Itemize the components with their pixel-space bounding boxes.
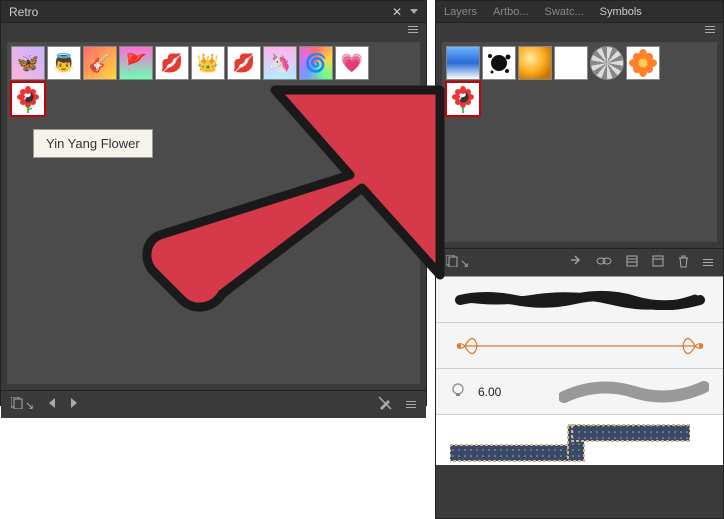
chevron-down-icon[interactable] [410, 9, 418, 14]
break-link-icon[interactable] [596, 256, 612, 269]
retro-library-panel: Retro ✕ 🦋 👼 🎸 🚩 💋 👑 💋 🦄 🌀 💗 [0, 0, 427, 406]
symbol-thumb-guitar[interactable]: 🎸 [83, 46, 117, 80]
library-menu-icon[interactable]: ↘ [11, 397, 34, 412]
symbol-thumb-tiara[interactable]: 👑 [191, 46, 225, 80]
symbol-thumb-unicorn[interactable]: 🦄 [263, 46, 297, 80]
symbols-panel: Layers Artbo... Swatc... Symbols [435, 0, 724, 519]
symbol-thumb-butterfly[interactable]: 🦋 [11, 46, 45, 80]
close-icon[interactable]: ✕ [392, 5, 402, 19]
new-symbol-icon[interactable] [652, 255, 664, 270]
stroke-weight-value: 6.00 [478, 385, 501, 399]
tab-bar: Layers Artbo... Swatc... Symbols [436, 1, 723, 23]
brush-row-calligraphy[interactable] [436, 323, 723, 369]
symbol-thumb-yin-yang-flower[interactable] [11, 82, 45, 116]
symbol-thumb-yin-yang-flower-doc[interactable] [446, 82, 480, 116]
next-icon[interactable] [70, 398, 78, 411]
panel-header: Retro ✕ [1, 1, 426, 23]
symbol-thumb-lips-red[interactable]: 💋 [227, 46, 261, 80]
brush-row-pattern[interactable] [436, 415, 723, 465]
symbols-grid [442, 42, 717, 242]
symbol-thumb-sphere[interactable] [518, 46, 552, 80]
symbol-library-grid: 🦋 👼 🎸 🚩 💋 👑 💋 🦄 🌀 💗 [7, 42, 420, 384]
tab-artboards[interactable]: Artbo... [493, 6, 528, 18]
symbol-thumb-heart-wings[interactable]: 💗 [335, 46, 369, 80]
symbol-thumb-ink[interactable] [482, 46, 516, 80]
trash-icon[interactable] [678, 255, 689, 271]
symbol-thumb-pennant[interactable]: 🚩 [119, 46, 153, 80]
symbol-tooltip: Yin Yang Flower [33, 129, 153, 158]
library-menu-icon[interactable]: ↘ [446, 255, 469, 270]
prev-icon[interactable] [48, 398, 56, 411]
symbol-thumb-gradient[interactable] [446, 46, 480, 80]
tab-swatches[interactable]: Swatc... [545, 6, 584, 18]
footer-menu-icon[interactable] [406, 401, 416, 408]
place-symbol-icon[interactable] [570, 255, 582, 270]
panel-title: Retro [9, 5, 38, 19]
symbol-thumb-angel[interactable]: 👼 [47, 46, 81, 80]
symbol-thumb-chain[interactable] [590, 46, 624, 80]
symbol-thumb-spiral[interactable]: 🌀 [299, 46, 333, 80]
symbol-options-icon[interactable] [626, 255, 638, 270]
brush-row-basic[interactable]: 6.00 [436, 369, 723, 415]
tab-symbols[interactable]: Symbols [600, 6, 642, 18]
symbol-thumb-lips-pink[interactable]: 💋 [155, 46, 189, 80]
panel-footer: ↘ [1, 390, 426, 418]
panel-menu-icon[interactable] [705, 26, 715, 33]
brushes-panel: 6.00 [436, 276, 723, 465]
footer-menu-icon[interactable] [703, 259, 713, 266]
symbols-footer: ↘ [436, 248, 723, 276]
bulb-icon [450, 382, 466, 401]
tab-layers[interactable]: Layers [444, 6, 477, 18]
no-edit-icon[interactable] [378, 396, 392, 413]
brush-row-charcoal[interactable] [436, 277, 723, 323]
symbol-thumb-flower[interactable] [626, 46, 660, 80]
symbol-thumb-blank[interactable] [554, 46, 588, 80]
panel-menu-icon[interactable] [408, 26, 418, 33]
